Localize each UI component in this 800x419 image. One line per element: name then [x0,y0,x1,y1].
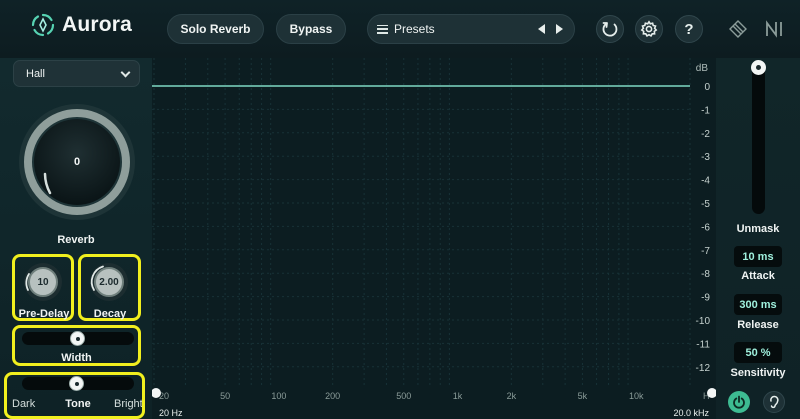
chevron-right-icon [555,24,563,34]
pre-delay-label: Pre-Delay [18,308,70,320]
freq-tick-label: 10k [629,391,644,401]
power-button[interactable] [728,391,750,413]
db-tick-label: -5 [701,199,710,210]
sensitivity-value[interactable]: 50 % [734,342,782,363]
undo-button[interactable] [596,15,624,43]
release-label: Release [737,319,779,331]
freq-tick-label: 1k [453,391,463,401]
next-preset-button[interactable] [550,14,568,44]
power-icon [733,395,745,409]
db-tick-label: -9 [701,293,710,304]
eq-graph[interactable]: dB 0 -1 -2 -3 -4 -5 -6 -7 -8 -9 -10 -11 -12 20 50 100 200… [152,58,716,419]
attack-value[interactable]: 10 ms [734,246,782,267]
help-icon: ? [684,20,694,38]
freq-tick-label: 100 [271,391,286,401]
release-value[interactable]: 300 ms [734,294,782,315]
db-tick-label: -7 [701,246,710,257]
pre-delay-value: 10 [37,276,49,288]
db-tick-label: -6 [701,222,710,233]
unmask-slider-track[interactable] [752,62,765,214]
sensitivity-label: Sensitivity [730,367,786,379]
db-tick-label: -2 [701,129,710,140]
width-slider-thumb[interactable] [70,331,85,346]
help-button[interactable]: ? [675,15,703,43]
decay-label: Decay [93,308,127,320]
freq-max-label: 20.0 kHz [673,408,709,418]
reverb-mode-value: Hall [26,67,45,80]
db-tick-label: -10 [696,316,711,327]
unmask-slider-thumb[interactable] [751,60,766,75]
top-bar: Aurora Solo Reverb Bypass Presets ? [0,0,800,58]
freq-tick-label: 2k [507,391,517,401]
freq-tick-label: 500 [396,391,411,401]
list-icon [377,24,388,34]
izotope-logo-icon [729,20,747,38]
db-tick-label: -1 [701,105,710,116]
chevron-left-icon [537,24,545,34]
solo-reverb-button[interactable]: Solo Reverb [167,14,264,44]
bypass-button[interactable]: Bypass [276,14,346,44]
reverb-value: 0 [73,156,81,168]
presets-label: Presets [394,22,435,36]
native-instruments-logo-icon [766,20,782,38]
settings-button[interactable] [635,15,663,43]
freq-min-label: 20 Hz [159,408,183,418]
reverb-mode-select[interactable]: Hall [13,60,140,87]
db-tick-label: -4 [701,176,710,187]
freq-tick-label: 200 [325,391,340,401]
freq-tick-label: 5k [578,391,588,401]
undo-icon [602,22,618,37]
app-logo: Aurora [30,12,132,38]
tone-slider-thumb[interactable] [69,376,84,391]
db-tick-label: -8 [701,269,710,280]
freq-tick-label: 50 [220,391,230,401]
decay-value: 2.00 [99,276,119,288]
gear-icon [640,20,658,38]
ear-icon [770,395,779,409]
db-tick-label: 0 [704,82,710,93]
attack-label: Attack [741,270,775,282]
width-label: Width [61,352,92,364]
reverb-label: Reverb [57,234,95,246]
right-control-panel: Unmask 10 ms Attack 300 ms Release 50 % … [716,58,800,419]
tone-min-label: Dark [12,398,36,410]
previous-preset-button[interactable] [532,14,550,44]
left-control-panel: Hall 0 Reverb 10 Pre-Delay 2.00 Decay Wi… [0,58,152,419]
db-unit-label: dB [696,63,709,74]
aurora-logo-icon [31,13,55,37]
app-name: Aurora [62,13,133,36]
tone-label: Tone [65,398,91,410]
db-tick-label: -12 [696,363,711,374]
db-tick-label: -11 [696,339,710,350]
unmask-label: Unmask [736,223,780,235]
eq-graph-canvas[interactable]: dB0-1-2-3-4-5-6-7-8-9-10-11-1220 50 100 200… [152,58,716,419]
listen-button[interactable] [763,391,785,413]
presets-dropdown[interactable]: Presets [367,14,575,44]
tone-max-label: Bright [114,398,142,410]
chevron-down-icon [120,67,131,78]
db-tick-label: -3 [701,152,710,163]
brand-icons [727,18,785,40]
